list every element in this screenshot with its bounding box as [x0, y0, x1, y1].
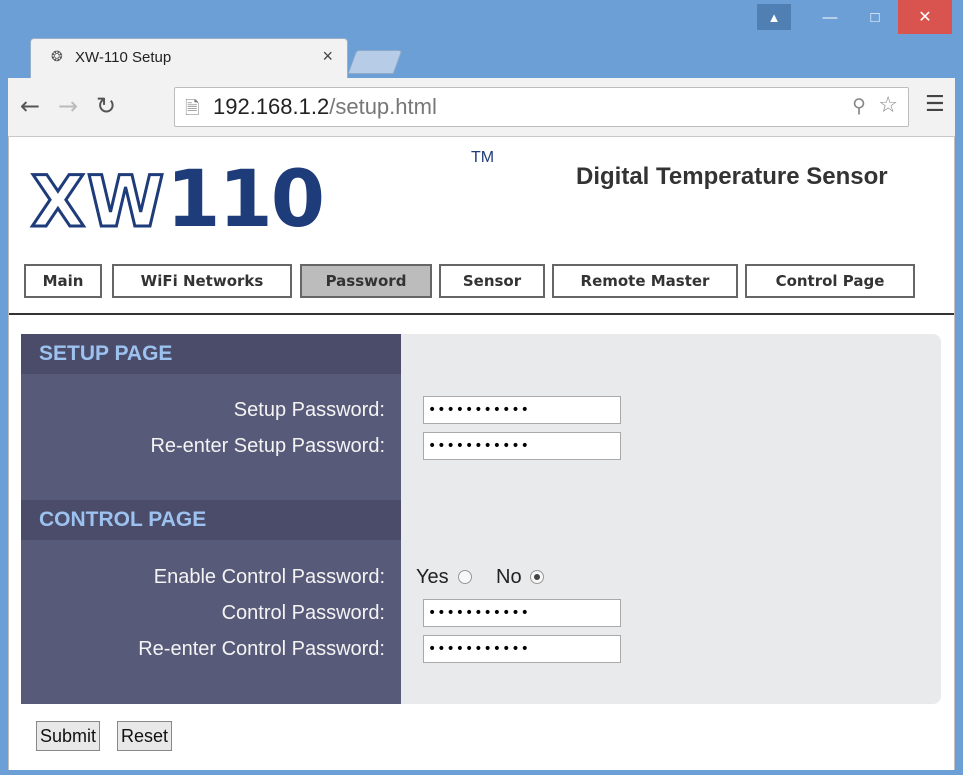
nav-remote-master[interactable]: Remote Master: [552, 264, 738, 298]
tab-title: XW-110 Setup: [75, 49, 172, 66]
profile-icon[interactable]: ▲: [757, 4, 791, 30]
control-password-reenter-label: Re-enter Control Password:: [138, 638, 385, 660]
forward-arrow-icon[interactable]: →: [58, 92, 78, 120]
page-icon: 🗎: [185, 98, 200, 119]
address-bar[interactable]: 🗎 192.168.1.2/setup.html ⚲ ☆: [174, 87, 909, 127]
tab-favicon-icon: ❂: [51, 49, 63, 65]
logo-number: 110: [166, 155, 325, 245]
reset-button[interactable]: Reset: [117, 721, 173, 751]
close-window-icon[interactable]: ✕: [898, 0, 952, 34]
logo-trademark: TM: [471, 149, 495, 166]
product-title: Digital Temperature Sensor: [576, 163, 888, 190]
nav-divider: [9, 313, 954, 315]
nav-password[interactable]: Password: [300, 264, 432, 298]
menu-hamburger-icon[interactable]: ☰: [925, 92, 945, 117]
xw110-logo: XW110: [29, 155, 325, 245]
browser-toolbar: ← → ↻ 🗎 192.168.1.2/setup.html ⚲ ☆ ☰: [8, 78, 955, 137]
radio-no[interactable]: [530, 570, 544, 584]
back-arrow-icon[interactable]: ←: [20, 92, 40, 120]
radio-no-label: No: [496, 566, 522, 588]
logo-letters: XW: [29, 160, 167, 245]
radio-yes[interactable]: [458, 570, 472, 584]
nav-wifi-networks[interactable]: WiFi Networks: [112, 264, 292, 298]
bookmark-star-icon[interactable]: ☆: [878, 93, 898, 118]
url-path: /setup.html: [329, 94, 437, 119]
key-icon[interactable]: ⚲: [852, 95, 866, 117]
control-password-reenter-input[interactable]: [423, 635, 621, 663]
browser-tab[interactable]: ❂ XW-110 Setup ×: [30, 38, 348, 78]
window-right-border: [955, 78, 963, 775]
submit-button[interactable]: Submit: [36, 721, 101, 751]
url-host: 192.168.1.2: [213, 94, 330, 119]
page-content: XW110 TM Digital Temperature Sensor Main…: [8, 137, 955, 770]
minimize-icon[interactable]: —: [808, 0, 852, 34]
radio-yes-label: Yes: [416, 566, 449, 588]
window-bottom-border: [0, 770, 963, 775]
setup-password-input[interactable]: [423, 396, 621, 424]
control-password-label: Control Password:: [221, 602, 385, 624]
window-left-border: [0, 78, 8, 775]
new-tab-button[interactable]: [347, 50, 403, 74]
url-text[interactable]: 192.168.1.2/setup.html: [213, 94, 437, 120]
setup-password-label: Setup Password:: [233, 399, 385, 421]
enable-control-password-label: Enable Control Password:: [153, 566, 385, 588]
nav-main[interactable]: Main: [24, 264, 102, 298]
control-password-input[interactable]: [423, 599, 621, 627]
close-tab-icon[interactable]: ×: [322, 46, 333, 67]
password-form-panel: SETUP PAGE Setup Password: Re-enter Setu…: [21, 334, 941, 704]
nav-sensor[interactable]: Sensor: [439, 264, 545, 298]
setup-page-header: SETUP PAGE: [21, 334, 401, 374]
reload-icon[interactable]: ↻: [96, 92, 116, 120]
maximize-icon[interactable]: □: [853, 0, 897, 34]
control-page-header: CONTROL PAGE: [21, 500, 401, 540]
nav-control-page[interactable]: Control Page: [745, 264, 915, 298]
setup-password-reenter-input[interactable]: [423, 432, 621, 460]
setup-password-reenter-label: Re-enter Setup Password:: [150, 435, 385, 457]
window-titlebar: ❂ XW-110 Setup × ▲ — □ ✕: [0, 0, 963, 78]
